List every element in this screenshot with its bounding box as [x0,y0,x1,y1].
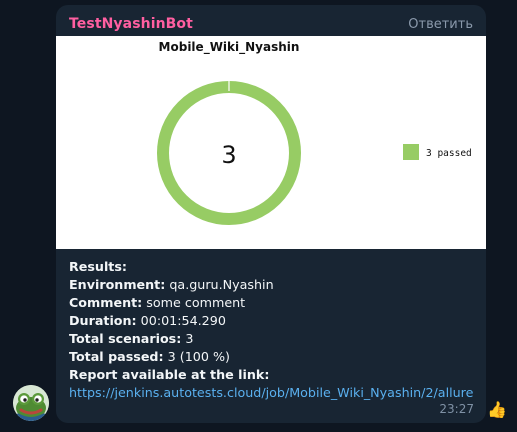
scenarios-line: Total scenarios: 3 [69,330,476,348]
scenarios-label: Total scenarios: [69,331,182,346]
passed-line: Total passed: 3 (100 %) [69,348,476,366]
donut-chart: Mobile_Wiki_Nyashin 3 3 passed [157,40,472,225]
environment-label: Environment: [69,277,166,292]
reply-button[interactable]: Ответить [408,17,473,32]
results-line: Results: [69,258,476,276]
environment-value: qa.guru.Nyashin [169,277,274,292]
avatar[interactable] [13,385,49,421]
report-link[interactable]: https://jenkins.autotests.cloud/job/Mobi… [69,385,473,400]
passed-value: 3 (100 %) [167,349,230,364]
passed-label: Total passed: [69,349,164,364]
legend-swatch-passed [403,144,419,160]
sender-name[interactable]: TestNyashinBot [69,16,193,32]
frog-avatar-icon [13,385,49,421]
report-link-label: Report available at the link: [69,367,270,382]
chart-title: Mobile_Wiki_Nyashin [159,40,300,55]
thumbs-up-reaction-icon[interactable]: 👍 [485,398,509,422]
scenarios-value: 3 [185,331,194,346]
legend-label-passed: 3 passed [426,148,472,159]
link-line: https://jenkins.autotests.cloud/job/Mobi… [69,384,476,402]
results-label: Results: [69,259,127,274]
link-label-line: Report available at the link: [69,366,476,384]
chart-center-value: 3 [221,141,236,169]
allure-chart: Mobile_Wiki_Nyashin 3 3 passed [56,36,486,249]
duration-value: 00:01:54.290 [140,313,226,328]
environment-line: Environment: qa.guru.Nyashin [69,276,476,294]
duration-line: Duration: 00:01:54.290 [69,312,476,330]
comment-label: Comment: [69,295,143,310]
duration-label: Duration: [69,313,137,328]
message-header: TestNyashinBot Ответить [69,13,473,35]
comment-line: Comment: some comment [69,294,476,312]
message-bubble[interactable]: TestNyashinBot Ответить Mobile_Wiki_Nyas… [56,5,486,423]
message-time: 23:27 [439,402,474,416]
comment-value: some comment [146,295,246,310]
report-text: Results: Environment: qa.guru.Nyashin Co… [69,258,476,402]
